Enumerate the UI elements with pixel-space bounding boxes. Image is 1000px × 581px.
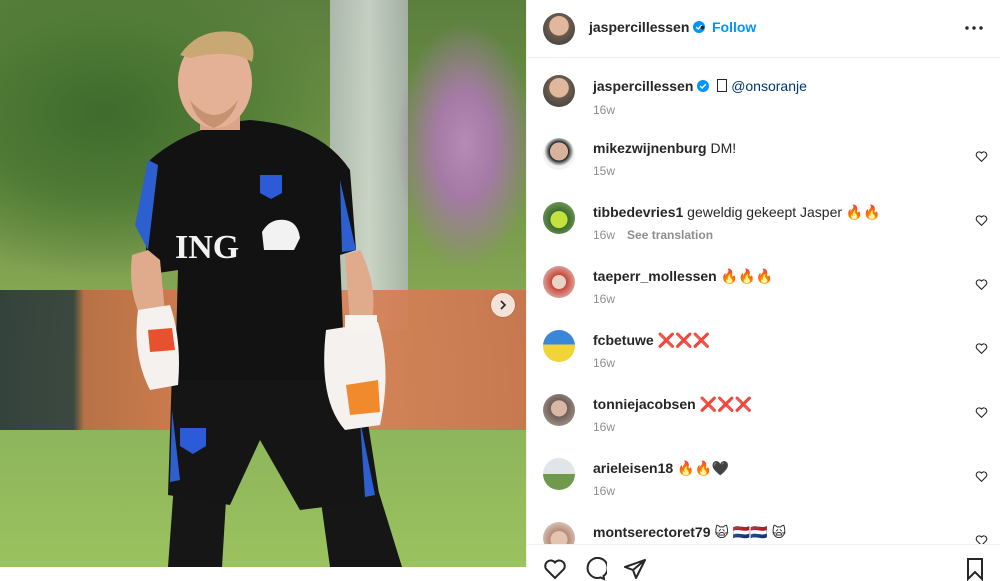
heart-icon[interactable]: [975, 534, 988, 544]
comment-username[interactable]: mikezwijnenburg: [593, 140, 707, 156]
follow-button[interactable]: Follow: [712, 19, 756, 35]
comment-text: ❌❌❌: [657, 332, 710, 348]
comment-time: 16w: [593, 292, 616, 306]
heart-icon[interactable]: [975, 214, 988, 227]
comment-text: 🔥🔥🖤: [677, 460, 730, 476]
comment-time: 15w: [593, 164, 616, 178]
comment-username[interactable]: montserectoret79: [593, 524, 711, 540]
save-icon[interactable]: [963, 557, 987, 581]
comment-item: fcbetuwe ❌❌❌ 16w: [527, 320, 1000, 384]
next-photo-button[interactable]: [491, 293, 515, 317]
post-photo[interactable]: ING: [0, 0, 526, 567]
commenter-avatar[interactable]: [543, 522, 575, 544]
caption-username[interactable]: jaspercillessen: [593, 78, 693, 94]
comment-username[interactable]: arieleisen18: [593, 460, 673, 476]
comment-item: tonniejacobsen ❌❌❌ 16w: [527, 384, 1000, 448]
chevron-right-icon: [500, 300, 507, 310]
commenter-avatar[interactable]: [543, 394, 575, 426]
more-options-icon: [965, 26, 983, 30]
comment-text: ❌❌❌: [699, 396, 752, 412]
see-translation-link[interactable]: See translation: [627, 228, 713, 242]
heart-icon[interactable]: [975, 278, 988, 291]
comment-text: geweldig gekeept Jasper 🔥🔥: [687, 204, 881, 220]
jersey-sponsor-text: ING: [175, 229, 239, 266]
author-avatar[interactable]: [543, 13, 575, 45]
post-caption: jaspercillessen @onsoranje 16w: [527, 60, 1000, 124]
action-bar: [527, 544, 1000, 581]
heart-icon[interactable]: [975, 406, 988, 419]
post-side-panel: jaspercillessen • Follow jaspercillessen…: [526, 0, 1000, 581]
comment-item: mikezwijnenburg DM! 15w: [527, 128, 1000, 192]
more-options-button[interactable]: [963, 17, 985, 39]
heart-icon[interactable]: [975, 150, 988, 163]
comment-username[interactable]: fcbetuwe: [593, 332, 654, 348]
comment-username[interactable]: tonniejacobsen: [593, 396, 696, 412]
author-username[interactable]: jaspercillessen: [589, 19, 706, 35]
commenter-avatar[interactable]: [543, 138, 575, 170]
verified-badge-icon: [697, 80, 710, 92]
comment-icon[interactable]: [583, 557, 607, 581]
unknown-glyph-icon: [717, 79, 728, 92]
comments-list[interactable]: jaspercillessen @onsoranje 16w mikezwijn…: [527, 58, 1000, 544]
post-header: jaspercillessen • Follow: [527, 0, 1000, 58]
comment-item: montserectoret79 🙀 🇳🇱🇳🇱 🙀: [527, 512, 1000, 544]
comment-username[interactable]: taeperr_mollessen: [593, 268, 717, 284]
like-icon[interactable]: [543, 557, 567, 581]
comment-time: 16w: [593, 356, 616, 370]
author-avatar[interactable]: [543, 75, 575, 107]
comment-username[interactable]: tibbedevries1: [593, 204, 683, 220]
commenter-avatar[interactable]: [543, 266, 575, 298]
commenter-avatar[interactable]: [543, 330, 575, 362]
comment-text: 🔥🔥🔥: [720, 268, 773, 284]
comment-time: 16w: [593, 228, 616, 242]
comment-time: 16w: [593, 484, 616, 498]
separator-dot: •: [700, 19, 705, 35]
caption-time: 16w: [593, 103, 616, 117]
caption-mention[interactable]: @onsoranje: [731, 78, 807, 94]
goalkeeper-figure: ING: [131, 31, 402, 567]
share-icon[interactable]: [623, 557, 647, 581]
heart-icon[interactable]: [975, 470, 988, 483]
heart-icon[interactable]: [975, 342, 988, 355]
comment-text: 🙀 🇳🇱🇳🇱 🙀: [714, 524, 787, 540]
commenter-avatar[interactable]: [543, 202, 575, 234]
comment-time: 16w: [593, 420, 616, 434]
comment-item: arieleisen18 🔥🔥🖤 16w: [527, 448, 1000, 512]
commenter-avatar[interactable]: [543, 458, 575, 490]
comment-text: DM!: [710, 140, 737, 156]
comment-item: taeperr_mollessen 🔥🔥🔥 16w: [527, 256, 1000, 320]
comment-item: tibbedevries1 geweldig gekeept Jasper 🔥🔥…: [527, 192, 1000, 256]
